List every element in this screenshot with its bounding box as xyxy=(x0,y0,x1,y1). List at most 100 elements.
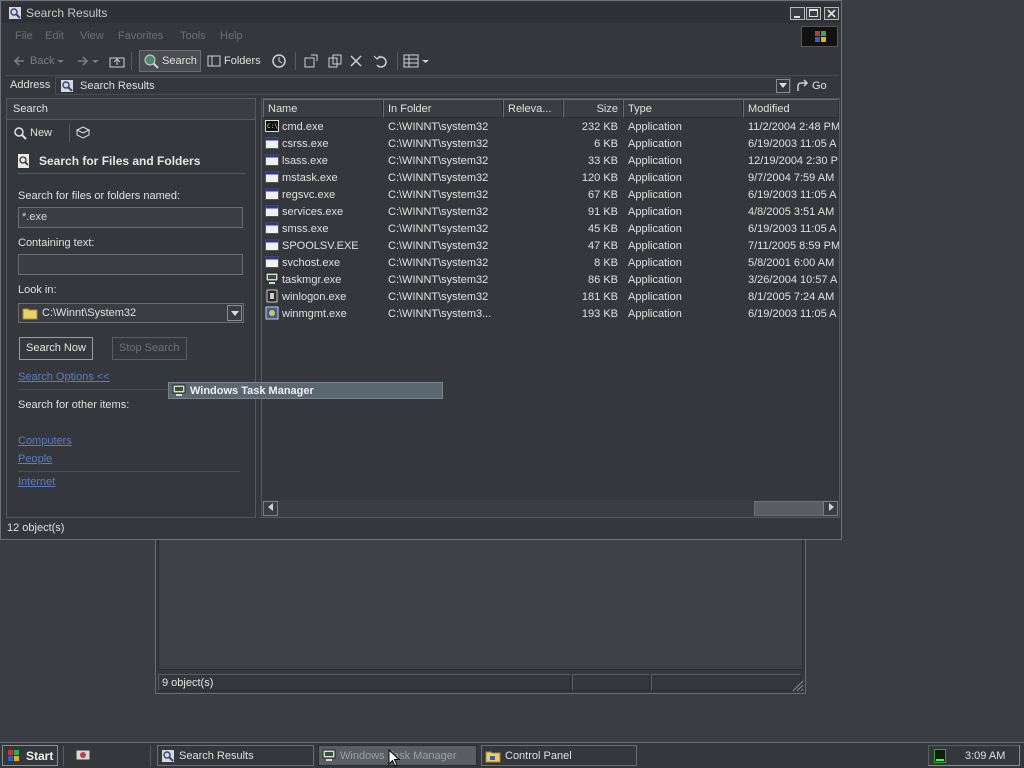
close-button[interactable] xyxy=(824,7,839,20)
delete-button[interactable] xyxy=(349,50,363,72)
address-dropdown-button[interactable] xyxy=(776,79,790,93)
views-button[interactable] xyxy=(403,50,429,72)
horizontal-scrollbar[interactable] xyxy=(262,500,839,517)
cell-modified: 6/19/2003 11:05 A xyxy=(748,223,837,235)
search-pane: Search New Search for Files and Folders … xyxy=(6,98,256,518)
divider xyxy=(18,471,240,472)
task-search-results[interactable]: Search Results xyxy=(157,745,314,766)
menu-bar: File Edit View Favorites Tools Help xyxy=(5,28,799,46)
cell-name: mstask.exe xyxy=(282,172,338,184)
cpu-meter-icon[interactable] xyxy=(934,749,946,763)
folders-button[interactable]: Folders xyxy=(207,50,261,72)
look-in-value: C:\Winnt\System32 xyxy=(42,307,137,319)
menu-favorites[interactable]: Favorites xyxy=(118,30,163,42)
table-row[interactable]: SPOOLSV.EXE C:\WINNT\system32 47 KB Applica… xyxy=(262,238,839,255)
menu-edit[interactable]: Edit xyxy=(45,30,64,42)
back-button[interactable]: Back xyxy=(13,50,65,72)
menu-tools[interactable]: Tools xyxy=(180,30,206,42)
look-in-dropdown[interactable]: C:\Winnt\System32 xyxy=(18,303,244,323)
minimize-button[interactable] xyxy=(790,7,805,20)
start-button[interactable]: Start xyxy=(2,745,58,766)
filename-input[interactable]: *.exe xyxy=(18,207,243,228)
go-button[interactable]: Go xyxy=(795,77,827,95)
table-row[interactable]: taskmgr.exe C:\WINNT\system32 86 KB Applica… xyxy=(262,272,839,289)
cell-size: 86 KB xyxy=(588,274,618,286)
scroll-left-button[interactable] xyxy=(263,501,278,516)
windows-logo xyxy=(801,26,838,47)
forward-button[interactable] xyxy=(75,50,99,72)
table-row[interactable]: lsass.exe C:\WINNT\system32 33 KB Applicati… xyxy=(262,153,839,170)
table-row[interactable]: regsvc.exe C:\WINNT\system32 67 KB Applicat… xyxy=(262,187,839,204)
table-row[interactable]: winlogon.exe C:\WINNT\system32 181 KB Appli… xyxy=(262,289,839,306)
cell-size: 91 KB xyxy=(588,206,618,218)
title-bar[interactable]: Search Results xyxy=(2,3,840,23)
column-name[interactable]: Name xyxy=(263,99,383,118)
resize-grip-icon[interactable] xyxy=(792,680,804,692)
cell-name: cmd.exe xyxy=(282,121,324,133)
cell-type: Application xyxy=(628,189,682,201)
search-button[interactable]: Search xyxy=(139,50,201,72)
toolbar-separator xyxy=(131,52,132,70)
table-row[interactable]: mstask.exe C:\WINNT\system32 120 KB Applica… xyxy=(262,170,839,187)
table-row[interactable]: C:\ cmd.exe C:\WINNT\system32 232 KB Applica… xyxy=(262,119,839,136)
undo-button[interactable] xyxy=(373,50,389,72)
scroll-right-button[interactable] xyxy=(823,501,838,516)
search-icon xyxy=(144,54,159,69)
up-folder-icon xyxy=(109,57,125,68)
svg-text:C:\: C:\ xyxy=(267,123,278,130)
table-row[interactable]: svchost.exe C:\WINNT\system32 8 KB Applicat… xyxy=(262,255,839,272)
search-options-link[interactable]: Search Options << xyxy=(18,371,110,383)
address-bar: Address Search Results Go xyxy=(5,75,839,96)
windows-flag-icon xyxy=(815,31,826,42)
cell-size: 67 KB xyxy=(588,189,618,201)
maximize-button[interactable] xyxy=(806,7,821,20)
cell-folder: C:\WINNT\system32 xyxy=(388,291,489,303)
address-input[interactable]: Search Results xyxy=(55,77,791,95)
search-document-icon xyxy=(18,154,29,168)
column-in-folder[interactable]: In Folder xyxy=(383,99,503,118)
table-row[interactable]: winmgmt.exe C:\WINNT\system3... 193 KB Appl… xyxy=(262,306,839,323)
go-arrow-icon xyxy=(797,79,809,91)
control-panel-status-panel-2 xyxy=(572,674,650,691)
cell-size: 120 KB xyxy=(581,172,618,184)
table-row[interactable]: csrss.exe C:\WINNT\system32 6 KB Applicatio… xyxy=(262,136,839,153)
new-search-button[interactable]: New xyxy=(13,122,52,144)
cell-folder: C:\WINNT\system32 xyxy=(388,172,489,184)
cell-name: smss.exe xyxy=(282,223,329,235)
history-button[interactable] xyxy=(271,50,287,72)
look-in-dropdown-button[interactable] xyxy=(227,305,242,321)
undo-icon xyxy=(373,55,387,68)
computers-link[interactable]: Computers xyxy=(18,435,72,447)
move-to-button[interactable] xyxy=(303,50,319,72)
scrollbar-thumb[interactable] xyxy=(754,501,824,516)
menu-help[interactable]: Help xyxy=(220,30,243,42)
copy-to-button[interactable] xyxy=(327,50,343,72)
table-row[interactable]: smss.exe C:\WINNT\system32 45 KB Applicatio… xyxy=(262,221,839,238)
cell-folder: C:\WINNT\system32 xyxy=(388,155,489,167)
column-relevance[interactable]: Releva... xyxy=(503,99,563,118)
clock[interactable]: 3:09 AM xyxy=(965,750,1005,762)
containing-text-label: Containing text: xyxy=(18,237,95,249)
menu-view[interactable]: View xyxy=(80,30,104,42)
menu-file[interactable]: File xyxy=(15,30,33,42)
column-size[interactable]: Size xyxy=(563,99,623,118)
control-panel-statusbar: 9 object(s) xyxy=(158,674,803,692)
search-now-button[interactable]: Search Now xyxy=(19,337,93,360)
cell-type: Application xyxy=(628,274,682,286)
containing-text-input[interactable] xyxy=(18,254,243,275)
table-row[interactable]: services.exe C:\WINNT\system32 91 KB Applic… xyxy=(262,204,839,221)
task-control-panel[interactable]: Control Panel xyxy=(481,745,637,766)
column-modified[interactable]: Modified xyxy=(743,99,839,118)
system-tray: 3:09 AM xyxy=(928,745,1020,766)
search-assistant-button[interactable] xyxy=(75,122,91,144)
cell-type: Application xyxy=(628,155,682,167)
column-type[interactable]: Type xyxy=(623,99,743,118)
address-value: Search Results xyxy=(80,80,155,92)
cell-size: 232 KB xyxy=(581,121,618,133)
up-button[interactable] xyxy=(109,50,125,72)
people-link[interactable]: People xyxy=(18,453,52,465)
stop-search-button[interactable]: Stop Search xyxy=(112,337,187,360)
cell-name: services.exe xyxy=(282,206,344,218)
quick-launch-desktop[interactable] xyxy=(72,745,90,766)
internet-link[interactable]: Internet xyxy=(18,476,55,488)
